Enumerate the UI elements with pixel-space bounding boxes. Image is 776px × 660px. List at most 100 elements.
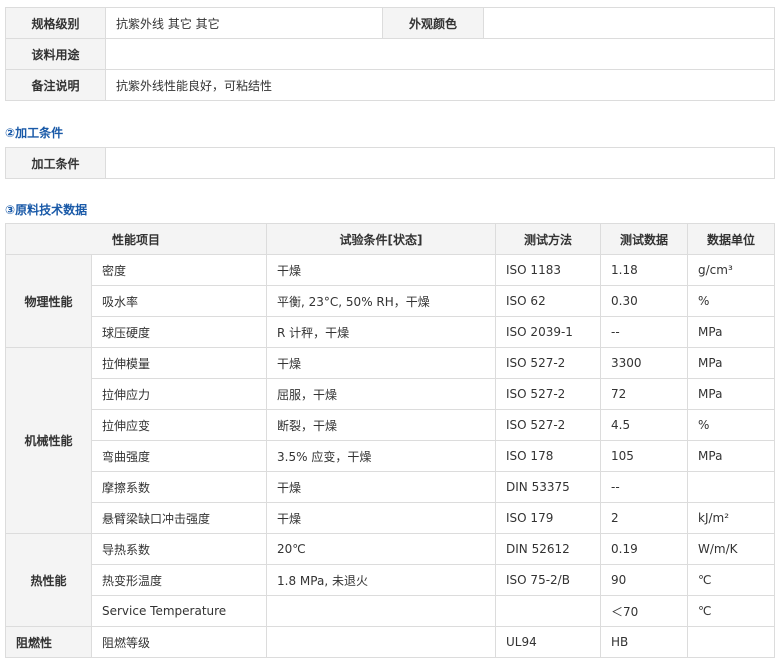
data-unit: ℃ <box>687 564 776 596</box>
table-row: 热性能 导热系数 20℃ DIN 52612 0.19 W/m/K <box>5 533 776 627</box>
test-method: DIN 53375 <box>495 471 602 503</box>
data-unit: ℃ <box>687 595 776 627</box>
table-row: 备注说明 抗紫外线性能良好，可粘结性 <box>5 69 775 101</box>
processing-table: 加工条件 <box>5 147 775 179</box>
test-condition: 干燥 <box>266 471 497 503</box>
test-method: ISO 179 <box>495 502 602 534</box>
test-value: 90 <box>600 564 689 596</box>
data-unit <box>687 626 776 658</box>
test-value: 1.18 <box>600 254 689 286</box>
processing-label: 加工条件 <box>5 147 106 179</box>
test-condition: 干燥 <box>266 502 497 534</box>
header-method: 测试方法 <box>495 223 602 255</box>
data-unit: MPa <box>687 347 776 379</box>
table-row: 物理性能 密度 干燥 ISO 1183 1.18 g/cm³ <box>5 254 776 348</box>
test-condition: 20℃ <box>266 533 497 565</box>
tech-data-body: 物理性能 密度 干燥 ISO 1183 1.18 g/cm³ 吸水率 平衡, 23°C, 50… <box>5 254 776 658</box>
property-name: 球压硬度 <box>90 316 268 348</box>
data-unit: kJ/m² <box>687 502 776 534</box>
test-condition: 干燥 <box>266 347 497 379</box>
table-row: 吸水率 平衡, 23°C, 50% RH，干燥 ISO 62 0.30% <box>6 285 776 317</box>
property-name: 拉伸模量 <box>90 347 268 379</box>
test-condition: 1.8 MPa, 未退火 <box>266 564 497 596</box>
test-condition: 屈服，干燥 <box>266 378 497 410</box>
property-name: 密度 <box>90 254 268 286</box>
processing-value <box>105 147 775 179</box>
property-name: Service Temperature <box>90 595 268 627</box>
test-method: ISO 2039-1 <box>495 316 602 348</box>
header-property: 性能项目 <box>4 223 268 255</box>
test-method <box>495 595 602 627</box>
table-row: 弯曲强度 3.5% 应变，干燥 ISO 178 105 MPa <box>6 440 776 472</box>
table-row: 机械性能 拉伸模量 干燥 ISO 527-2 3300 MPa <box>5 347 776 534</box>
data-unit: MPa <box>687 378 776 410</box>
property-name: 吸水率 <box>90 285 268 317</box>
test-method: ISO 75-2/B <box>495 564 602 596</box>
test-value: 3300 <box>600 347 689 379</box>
remarks-value: 抗紫外线性能良好，可粘结性 <box>105 69 775 101</box>
test-method: ISO 1183 <box>495 254 602 286</box>
data-unit: g/cm³ <box>687 254 776 286</box>
spec-info-table: 规格级别 抗紫外线 其它 其它 外观颜色 该料用途 备注说明 抗紫外线性能良好，… <box>5 7 775 101</box>
property-name: 拉伸应力 <box>90 378 268 410</box>
test-condition: 平衡, 23°C, 50% RH，干燥 <box>266 285 497 317</box>
property-name: 导热系数 <box>90 533 268 565</box>
data-unit: % <box>687 409 776 441</box>
property-group-label: 热性能 <box>5 533 92 627</box>
test-value: 0.30 <box>600 285 689 317</box>
test-condition: 断裂，干燥 <box>266 409 497 441</box>
test-method: ISO 527-2 <box>495 347 602 379</box>
test-method: DIN 52612 <box>495 533 602 565</box>
table-row: 摩擦系数 干燥 DIN 53375 -- <box>6 471 776 503</box>
table-header-row: 性能项目 试验条件[状态] 测试方法 测试数据 数据单位 <box>4 223 776 255</box>
header-condition: 试验条件[状态] <box>266 223 497 255</box>
appearance-color-label: 外观颜色 <box>382 7 484 39</box>
header-unit: 数据单位 <box>687 223 776 255</box>
property-name: 摩擦系数 <box>90 471 268 503</box>
table-row: 规格级别 抗紫外线 其它 其它 外观颜色 <box>5 7 775 39</box>
table-row: 球压硬度 R 计秤，干燥 ISO 2039-1 -- MPa <box>6 316 776 348</box>
test-value: HB <box>600 626 689 658</box>
test-condition: 3.5% 应变，干燥 <box>266 440 497 472</box>
usage-label: 该料用途 <box>5 38 106 70</box>
appearance-color-value <box>483 7 775 39</box>
property-group-label: 阻燃性 <box>5 626 92 658</box>
usage-value <box>105 38 775 70</box>
test-value: -- <box>600 471 689 503</box>
table-row: 拉伸应力 屈服，干燥 ISO 527-2 72 MPa <box>6 378 776 410</box>
test-value: ＜70 <box>600 595 689 627</box>
tech-data-table: 性能项目 试验条件[状态] 测试方法 测试数据 数据单位 物理性能 密度 干燥 ISO… <box>4 223 776 658</box>
data-unit: MPa <box>687 316 776 348</box>
test-method: ISO 527-2 <box>495 409 602 441</box>
test-condition: R 计秤，干燥 <box>266 316 497 348</box>
table-row: 阻燃性 阻燃等级 UL94 HB <box>5 626 776 658</box>
test-method: ISO 527-2 <box>495 378 602 410</box>
property-name: 阻燃等级 <box>90 626 268 658</box>
spec-level-value: 抗紫外线 其它 其它 <box>105 7 383 39</box>
table-row: 悬臂梁缺口冲击强度 干燥 ISO 179 2 kJ/m² <box>6 502 776 534</box>
property-name: 热变形温度 <box>90 564 268 596</box>
property-group-label: 物理性能 <box>5 254 92 348</box>
property-name: 拉伸应变 <box>90 409 268 441</box>
test-method: UL94 <box>495 626 602 658</box>
property-group-label: 机械性能 <box>5 347 92 534</box>
property-name: 悬臂梁缺口冲击强度 <box>90 502 268 534</box>
test-condition <box>266 626 497 658</box>
header-value: 测试数据 <box>600 223 689 255</box>
remarks-label: 备注说明 <box>5 69 106 101</box>
table-row: 热变形温度 1.8 MPa, 未退火 ISO 75-2/B 90 ℃ <box>6 564 776 596</box>
test-value: -- <box>600 316 689 348</box>
table-row: 加工条件 <box>5 147 775 179</box>
test-value: 4.5 <box>600 409 689 441</box>
data-unit: W/m/K <box>687 533 776 565</box>
data-unit <box>687 471 776 503</box>
test-condition <box>266 595 497 627</box>
data-unit: % <box>687 285 776 317</box>
test-value: 2 <box>600 502 689 534</box>
processing-heading: ②加工条件 <box>5 126 64 140</box>
test-value: 0.19 <box>600 533 689 565</box>
test-value: 105 <box>600 440 689 472</box>
data-unit: MPa <box>687 440 776 472</box>
spec-level-label: 规格级别 <box>5 7 106 39</box>
test-method: ISO 178 <box>495 440 602 472</box>
